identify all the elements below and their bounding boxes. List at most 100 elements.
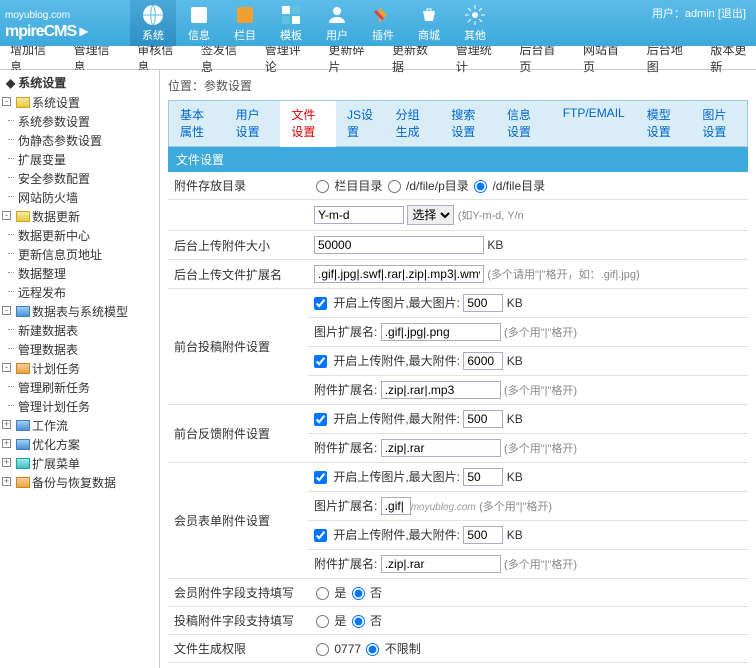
- ext-input[interactable]: [314, 265, 484, 283]
- content: 位置：参数设置 基本属性用户设置文件设置JS设置分组生成搜索设置信息设置FTP/…: [160, 70, 756, 668]
- tree-folder[interactable]: -系统设置: [2, 93, 157, 112]
- tree-item[interactable]: 更新信息页地址: [2, 245, 157, 264]
- submit-attach-field-label: 投稿附件字段支持填写: [168, 607, 308, 635]
- tree-item[interactable]: 数据更新中心: [2, 226, 157, 245]
- file-perm-label: 文件生成权限: [168, 635, 308, 663]
- main-nav-模板[interactable]: 模板: [268, 0, 314, 46]
- folder-icon: [16, 439, 30, 450]
- tree-folder[interactable]: -计划任务: [2, 359, 157, 378]
- tree-toggle-icon[interactable]: -: [2, 211, 11, 220]
- tree-item[interactable]: 管理计划任务: [2, 397, 157, 416]
- tree-item[interactable]: 管理数据表: [2, 340, 157, 359]
- file-ext-input[interactable]: [381, 381, 501, 399]
- tree-item[interactable]: 伪静态参数设置: [2, 131, 157, 150]
- user-info: 用户：admin [退出]: [652, 5, 746, 21]
- member-file-enable[interactable]: 开启上传附件,最大附件:: [314, 528, 460, 542]
- member-file-ext[interactable]: [381, 555, 501, 573]
- tree-item[interactable]: 新建数据表: [2, 321, 157, 340]
- breadcrumb: 位置：参数设置: [168, 75, 748, 96]
- settings-form: 附件存放目录 栏目目录 /d/file/p目录 /d/file目录 选择 (如Y…: [168, 172, 748, 663]
- main-nav-用户[interactable]: 用户: [314, 0, 360, 46]
- tree-item[interactable]: 安全参数配置: [2, 169, 157, 188]
- tab-用户设置[interactable]: 用户设置: [225, 101, 281, 146]
- tab-信息设置[interactable]: 信息设置: [496, 101, 552, 146]
- tree-folder[interactable]: +工作流: [2, 416, 157, 435]
- enable-img-upload[interactable]: 开启上传图片,最大图片:: [314, 296, 460, 310]
- max-file-input[interactable]: [463, 352, 503, 370]
- folder-icon: [16, 363, 30, 374]
- tab-模型设置[interactable]: 模型设置: [636, 101, 692, 146]
- folder-icon: [16, 477, 30, 488]
- collapse-icon[interactable]: ◆: [6, 76, 15, 90]
- tab-分组生成[interactable]: 分组生成: [385, 101, 441, 146]
- logo: moyublog.com mpireCMS ▸: [0, 0, 130, 46]
- tree-item[interactable]: 远程发布: [2, 283, 157, 302]
- tree-item[interactable]: 网站防火墙: [2, 188, 157, 207]
- main-nav-系统[interactable]: 系统: [130, 0, 176, 46]
- logo-title: mpireCMS ▸: [5, 23, 87, 40]
- watermark: moyublog.com: [411, 502, 476, 513]
- ymd-input[interactable]: [314, 206, 404, 224]
- feedback-ext[interactable]: [381, 439, 501, 457]
- tree-toggle-icon[interactable]: +: [2, 439, 11, 448]
- nav-icon: [371, 3, 395, 27]
- tabs: 基本属性用户设置文件设置JS设置分组生成搜索设置信息设置FTP/EMAIL模型设…: [168, 100, 748, 147]
- member-img-size[interactable]: [463, 468, 503, 486]
- sub-nav: 增加信息管理信息审核信息签发信息管理评论更新碎片更新数据管理统计后台首页网站首页…: [0, 46, 756, 70]
- tree-toggle-icon[interactable]: +: [2, 477, 11, 486]
- tab-FTP/EMAIL[interactable]: FTP/EMAIL: [552, 101, 636, 146]
- tree-toggle-icon[interactable]: -: [2, 306, 11, 315]
- member-img-enable[interactable]: 开启上传图片,最大图片:: [314, 470, 460, 484]
- max-size-input[interactable]: [314, 236, 484, 254]
- main-nav-信息[interactable]: 信息: [176, 0, 222, 46]
- ymd-select[interactable]: 选择: [407, 205, 454, 225]
- main-nav-插件[interactable]: 插件: [360, 0, 406, 46]
- tree-folder[interactable]: +备份与恢复数据: [2, 473, 157, 492]
- nav-icon: [325, 3, 349, 27]
- tree-toggle-icon[interactable]: +: [2, 420, 11, 429]
- tab-搜索设置[interactable]: 搜索设置: [440, 101, 496, 146]
- tree-item[interactable]: 管理刷新任务: [2, 378, 157, 397]
- tree-toggle-icon[interactable]: -: [2, 363, 11, 372]
- row8-yes[interactable]: 是: [314, 586, 346, 600]
- folder-icon: [16, 97, 30, 108]
- tree-folder[interactable]: -数据更新: [2, 207, 157, 226]
- tab-JS设置[interactable]: JS设置: [336, 101, 385, 146]
- radio-col-dir[interactable]: 栏目目录: [314, 179, 382, 193]
- radio-dfile-p[interactable]: /d/file/p目录: [386, 179, 469, 193]
- tree-item[interactable]: 系统参数设置: [2, 112, 157, 131]
- row9-no[interactable]: 否: [350, 614, 382, 628]
- max-size-label: 后台上传附件大小: [168, 231, 308, 260]
- member-file-size[interactable]: [463, 526, 503, 544]
- tree-toggle-icon[interactable]: +: [2, 458, 11, 467]
- attach-dir-label: 附件存放目录: [168, 172, 308, 200]
- tab-基本属性[interactable]: 基本属性: [169, 101, 225, 146]
- member-attach-field-label: 会员附件字段支持填写: [168, 579, 308, 607]
- row9-yes[interactable]: 是: [314, 614, 346, 628]
- img-ext-input[interactable]: [381, 323, 501, 341]
- tab-图片设置[interactable]: 图片设置: [691, 101, 747, 146]
- logout-link[interactable]: [退出]: [718, 8, 746, 20]
- main-nav-其他[interactable]: 其他: [452, 0, 498, 46]
- main-nav-商城[interactable]: 商城: [406, 0, 452, 46]
- tree-item[interactable]: 扩展变量: [2, 150, 157, 169]
- tab-文件设置[interactable]: 文件设置: [280, 101, 336, 147]
- folder-icon: [16, 458, 30, 469]
- row8-no[interactable]: 否: [350, 586, 382, 600]
- feedback-enable[interactable]: 开启上传附件,最大附件:: [314, 412, 460, 426]
- max-img-input[interactable]: [463, 294, 503, 312]
- tree-item[interactable]: 数据整理: [2, 264, 157, 283]
- feedback-label: 前台反馈附件设置: [168, 405, 308, 463]
- sidebar: ◆ 系统设置 -系统设置系统参数设置伪静态参数设置扩展变量安全参数配置网站防火墙…: [0, 70, 160, 668]
- tree-folder[interactable]: -数据表与系统模型: [2, 302, 157, 321]
- feedback-size[interactable]: [463, 410, 503, 428]
- perm-unlimited[interactable]: 不限制: [364, 642, 420, 656]
- radio-dfile[interactable]: /d/file目录: [472, 179, 545, 193]
- enable-file-upload[interactable]: 开启上传附件,最大附件:: [314, 354, 460, 368]
- perm-value[interactable]: 0777: [314, 642, 361, 656]
- tree-folder[interactable]: +扩展菜单: [2, 454, 157, 473]
- tree-toggle-icon[interactable]: -: [2, 97, 11, 106]
- tree-folder[interactable]: +优化方案: [2, 435, 157, 454]
- main-nav-栏目[interactable]: 栏目: [222, 0, 268, 46]
- sidebar-title: ◆ 系统设置: [2, 72, 157, 93]
